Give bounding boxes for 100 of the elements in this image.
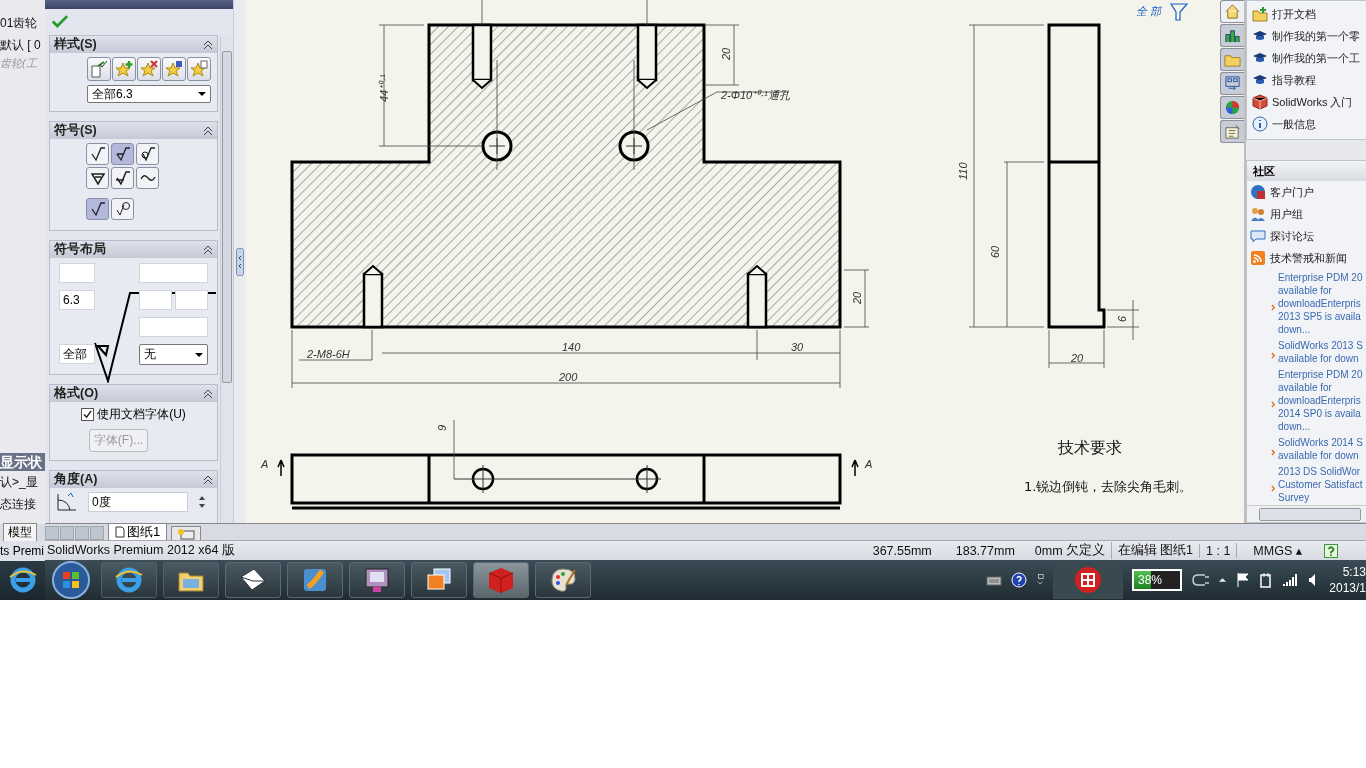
delete-style-button[interactable] bbox=[137, 57, 161, 81]
windows-logo-icon[interactable] bbox=[1074, 566, 1102, 594]
design-library-tab[interactable] bbox=[1220, 24, 1244, 47]
home-tab[interactable] bbox=[1220, 0, 1244, 23]
copy-style-button[interactable] bbox=[187, 57, 211, 81]
checkbox[interactable] bbox=[81, 408, 95, 421]
spinner-icon[interactable] bbox=[198, 494, 206, 510]
dimension-text[interactable]: A bbox=[865, 458, 873, 470]
dimension-text[interactable]: 20 bbox=[1071, 352, 1084, 364]
symbol-button[interactable] bbox=[111, 167, 134, 189]
drawing-sheet[interactable]: 20 44⁺⁰·¹ 2-Φ10⁺⁰·¹通孔 2-M8-6H 140 30 200 20 110 60 6 20 9 A A 全 部 技术要求 1.锐边倒钝，去除尖角毛刺。 bbox=[246, 0, 1208, 523]
save-style-button[interactable] bbox=[162, 57, 186, 81]
news-link[interactable]: Enterprise PDM 20 available for downloadEnterpris 2013 SP5 is availa down... bbox=[1278, 271, 1363, 336]
text-field[interactable] bbox=[139, 317, 208, 337]
view-scope-text[interactable]: 全 部 bbox=[1136, 5, 1162, 17]
dimension-text[interactable]: 44⁺⁰·¹ bbox=[378, 74, 391, 102]
start-button[interactable] bbox=[51, 560, 91, 600]
scrollbar[interactable] bbox=[1247, 505, 1366, 522]
monitor-taskbar-button[interactable] bbox=[349, 562, 405, 598]
tree-item[interactable]: 认>_显 bbox=[0, 471, 45, 493]
clock-time[interactable]: 5:13 bbox=[1342, 564, 1366, 580]
angle-field[interactable]: 0度 bbox=[88, 492, 188, 512]
clock-date[interactable]: 2013/1 bbox=[1329, 580, 1366, 596]
scope-field[interactable]: 全部 bbox=[59, 344, 95, 364]
speaker-icon[interactable] bbox=[1307, 572, 1317, 588]
task-pane-link[interactable]: 用户组 bbox=[1247, 203, 1366, 225]
dimension-text[interactable]: 9 bbox=[436, 424, 449, 431]
flag-icon[interactable] bbox=[1236, 572, 1250, 588]
section-view-drawing[interactable] bbox=[290, 23, 842, 329]
dimension-text[interactable]: 30 bbox=[791, 341, 804, 353]
text-field[interactable] bbox=[139, 263, 208, 283]
add-style-button[interactable] bbox=[112, 57, 136, 81]
top-view-drawing[interactable] bbox=[290, 453, 842, 510]
dimension-text[interactable]: A bbox=[261, 458, 269, 470]
tree-item[interactable]: 默认 [ 0 bbox=[0, 34, 45, 56]
appearance-tab[interactable] bbox=[1220, 96, 1244, 119]
news-link[interactable]: 2013 DS SolidWor Customer Satisfact Survey bbox=[1278, 465, 1363, 504]
task-pane-link[interactable]: 制作我的第一个零 bbox=[1249, 25, 1366, 47]
custom-properties-tab[interactable] bbox=[1220, 120, 1244, 143]
tree-item[interactable]: 态连接 bbox=[0, 493, 45, 515]
load-style-button[interactable] bbox=[87, 57, 111, 81]
symbol-button[interactable] bbox=[86, 167, 109, 189]
news-link[interactable]: Enterprise PDM 20 available for downloadEnterpris 2014 SP0 is availa down... bbox=[1278, 368, 1363, 433]
envelope-taskbar-button[interactable] bbox=[225, 562, 281, 598]
text-field[interactable] bbox=[59, 263, 95, 283]
scrollbar[interactable] bbox=[220, 37, 233, 523]
task-pane-link[interactable]: 探讨论坛 bbox=[1247, 225, 1366, 247]
battery-meter[interactable]: 38% bbox=[1132, 569, 1182, 591]
photos-taskbar-button[interactable] bbox=[411, 562, 467, 598]
symbol-button[interactable] bbox=[86, 198, 109, 220]
task-pane-link[interactable]: 一般信息 bbox=[1249, 113, 1366, 135]
dimension-text[interactable]: 200 bbox=[559, 371, 578, 383]
task-pane-link[interactable]: 技术警戒和新闻 bbox=[1247, 247, 1366, 269]
add-sheet-tab[interactable] bbox=[171, 526, 202, 540]
funnel-icon[interactable] bbox=[1170, 3, 1189, 21]
dimension-text[interactable]: 20 bbox=[851, 291, 864, 304]
tree-item[interactable]: 01齿轮 bbox=[0, 12, 45, 34]
model-tab[interactable]: 模型 bbox=[3, 522, 37, 541]
units-button[interactable]: MMGS ▴ bbox=[1236, 543, 1318, 558]
text-field[interactable] bbox=[139, 290, 172, 310]
dimension-text[interactable]: 6 bbox=[1116, 315, 1129, 322]
collapse-icon[interactable] bbox=[203, 244, 213, 255]
signal-bars-icon[interactable] bbox=[1282, 573, 1298, 587]
browser-taskbar-button[interactable] bbox=[101, 562, 157, 598]
task-pane-link[interactable]: SolidWorks 入门 bbox=[1249, 91, 1366, 113]
collapse-icon[interactable] bbox=[203, 125, 213, 136]
task-pane-link[interactable]: 指导教程 bbox=[1249, 69, 1366, 91]
dimension-text[interactable]: 60 bbox=[989, 245, 1002, 258]
symbol-button[interactable] bbox=[86, 143, 109, 165]
symbol-button[interactable] bbox=[111, 143, 134, 165]
direction-dropdown[interactable]: 无 bbox=[139, 344, 208, 365]
dimension-text[interactable]: 140 bbox=[562, 341, 581, 353]
collapse-icon[interactable] bbox=[203, 474, 213, 485]
checkmark-icon[interactable] bbox=[51, 14, 69, 29]
text-field[interactable] bbox=[175, 290, 208, 310]
task-pane-link[interactable]: 打开文档 bbox=[1249, 3, 1366, 25]
symbol-button[interactable] bbox=[136, 143, 159, 165]
news-link[interactable]: SolidWorks 2013 S available for down bbox=[1278, 339, 1363, 365]
dimension-text[interactable]: 2-Φ10⁺⁰·¹通孔 bbox=[721, 89, 790, 101]
folder-taskbar-button[interactable] bbox=[163, 562, 219, 598]
symbol-button[interactable] bbox=[136, 167, 159, 189]
keyboard-icon[interactable] bbox=[986, 574, 1002, 586]
side-view-drawing[interactable] bbox=[1047, 23, 1106, 329]
symbol-button[interactable] bbox=[111, 198, 134, 220]
dimension-text[interactable]: 20 bbox=[720, 47, 733, 60]
style-dropdown[interactable]: 全部6.3 bbox=[87, 85, 211, 103]
collapse-icon[interactable] bbox=[203, 39, 213, 50]
checkbox-label[interactable]: 使用文档字体(U) bbox=[97, 406, 186, 423]
news-link[interactable]: SolidWorks 2014 S available for down bbox=[1278, 436, 1363, 462]
collapse-handle-icon[interactable] bbox=[236, 247, 245, 276]
slides-taskbar-button[interactable] bbox=[287, 562, 343, 598]
palette-taskbar-button[interactable] bbox=[535, 562, 591, 598]
view-palette-tab[interactable] bbox=[1220, 72, 1244, 95]
dimension-text[interactable]: 110 bbox=[957, 162, 970, 180]
caret-up-icon[interactable] bbox=[1218, 577, 1227, 583]
collapse-icon[interactable] bbox=[203, 388, 213, 399]
sheet-tab[interactable]: 图纸1 bbox=[108, 523, 168, 540]
dimension-text[interactable]: 2-M8-6H bbox=[307, 348, 351, 360]
roughness-field[interactable]: 6.3 bbox=[59, 290, 95, 310]
task-pane-link[interactable]: 制作我的第一个工 bbox=[1249, 47, 1366, 69]
